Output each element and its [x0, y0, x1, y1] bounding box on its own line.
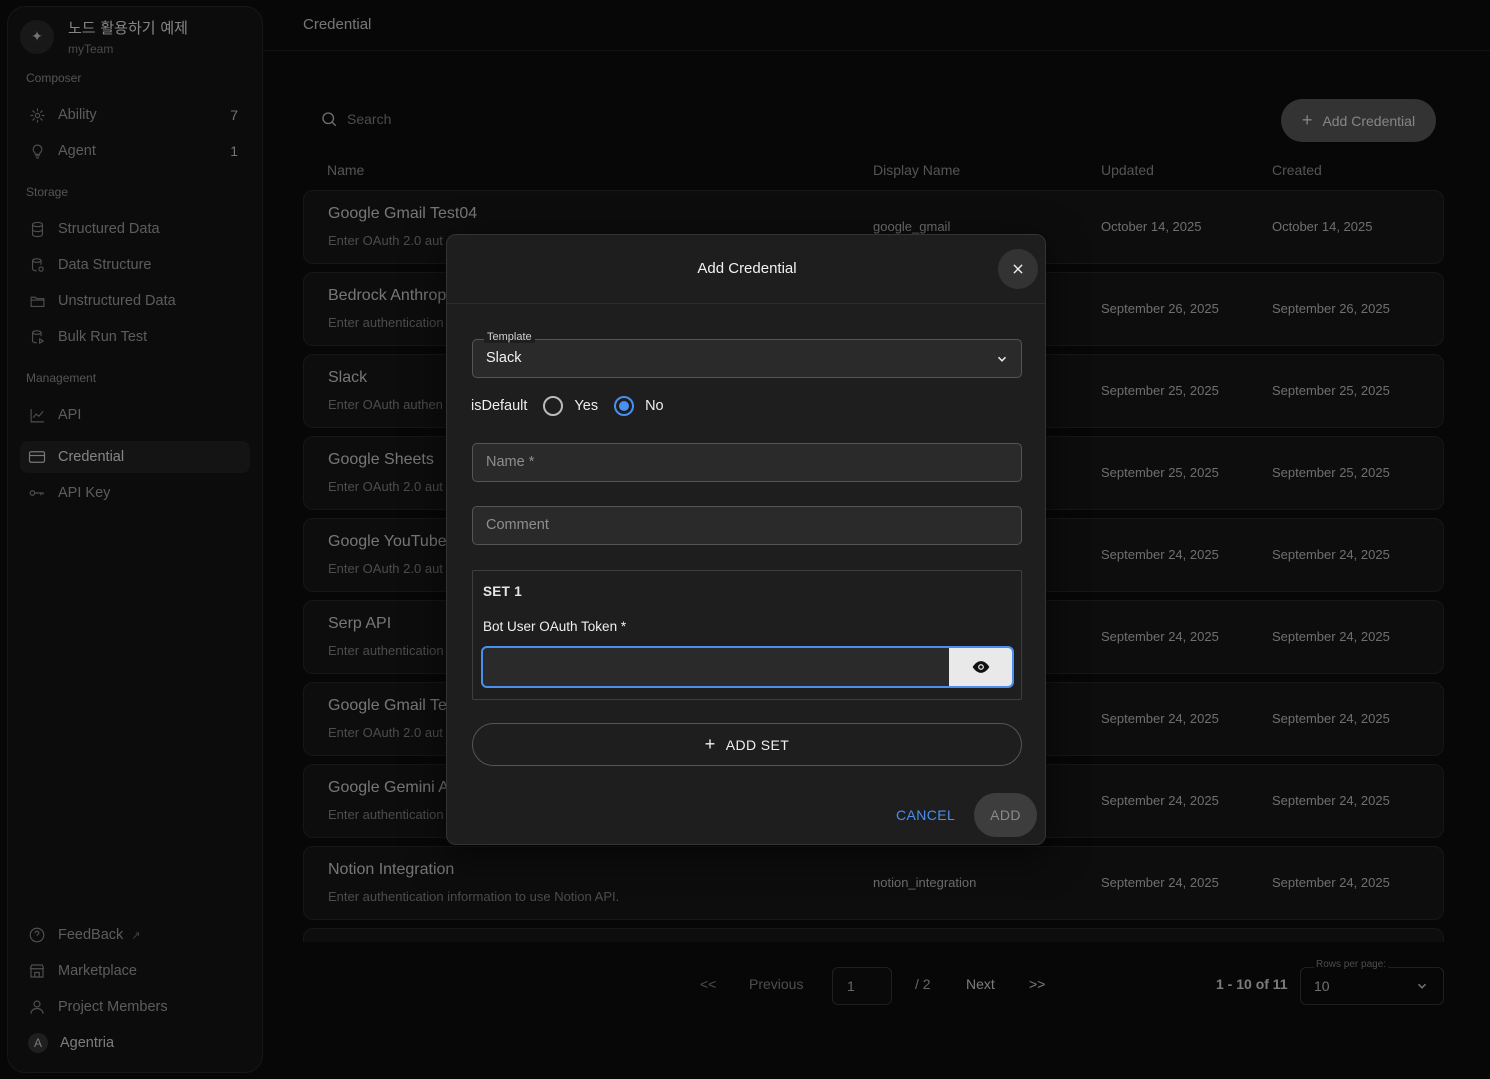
bot-token-input[interactable]: [481, 646, 1014, 688]
close-button[interactable]: [998, 249, 1038, 289]
close-icon: [1013, 264, 1023, 274]
toggle-visibility-button[interactable]: [949, 648, 1012, 686]
plus-icon: +: [704, 734, 716, 754]
add-set-button[interactable]: + ADD SET: [472, 723, 1022, 766]
eye-icon: [972, 661, 989, 673]
is-default-group: isDefault Yes No: [471, 396, 664, 416]
dialog-title: Add Credential: [697, 260, 797, 277]
add-button[interactable]: ADD: [974, 793, 1037, 837]
template-select[interactable]: Template Slack: [472, 331, 1022, 378]
template-value: Slack: [486, 350, 522, 366]
divider: [447, 303, 1045, 304]
cancel-button[interactable]: CANCEL: [896, 807, 955, 823]
name-placeholder: Name *: [486, 454, 535, 470]
set-title: SET 1: [483, 584, 523, 599]
radio-no-label[interactable]: No: [645, 398, 664, 414]
is-default-label: isDefault: [471, 398, 528, 414]
token-label: Bot User OAuth Token *: [483, 619, 627, 634]
comment-placeholder: Comment: [486, 517, 549, 533]
add-credential-dialog: Add Credential Template Slack isDefault …: [446, 234, 1046, 845]
template-label: Template: [484, 331, 535, 343]
add-set-label: ADD SET: [725, 736, 790, 753]
comment-field[interactable]: Comment: [472, 506, 1022, 545]
app-root: ✦ 노드 활용하기 예제 myTeam Composer Ability 7 A…: [0, 0, 1490, 1079]
chevron-down-icon: [995, 352, 1009, 371]
radio-yes[interactable]: [543, 396, 564, 416]
name-field[interactable]: Name *: [472, 443, 1022, 482]
radio-yes-label[interactable]: Yes: [574, 398, 598, 414]
radio-no[interactable]: [614, 396, 635, 416]
credential-set-1: SET 1 Bot User OAuth Token *: [472, 570, 1022, 700]
